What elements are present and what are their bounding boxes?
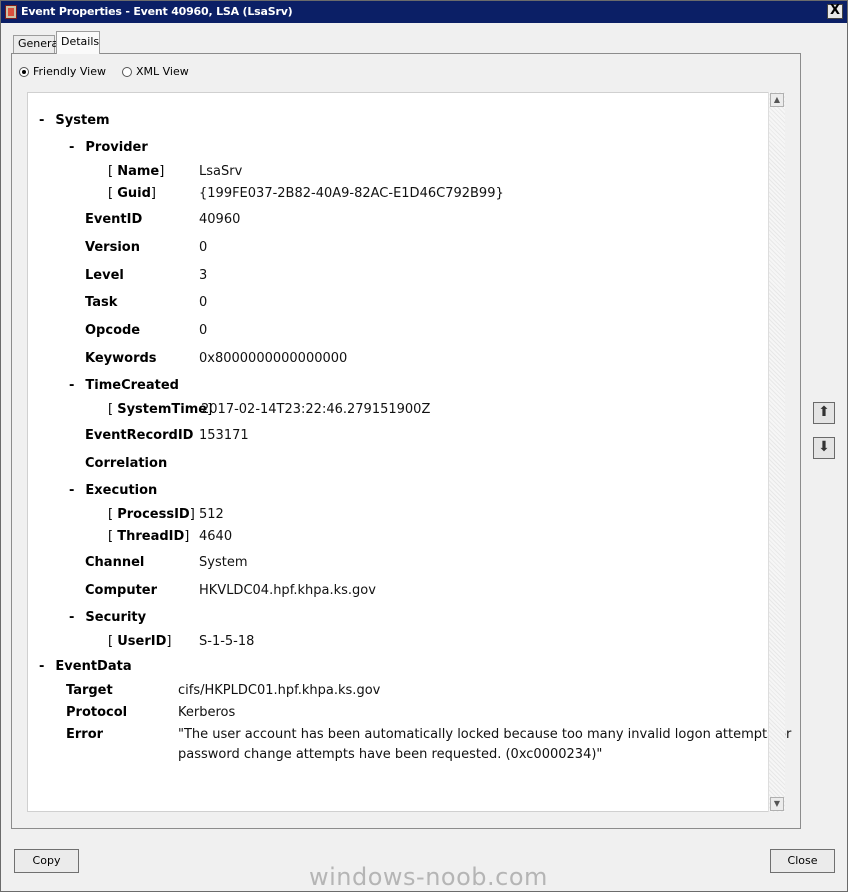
next-event-arrow-icon[interactable]: ⬇ [813, 437, 835, 459]
security-label: Security [85, 610, 147, 625]
tab-details[interactable]: Details [56, 31, 100, 54]
provider-name-key: [ Name] [108, 164, 165, 179]
target-key: Target [66, 683, 113, 698]
scroll-up-icon[interactable]: ▲ [770, 93, 784, 107]
error-key: Error [66, 727, 104, 742]
timecreated-node[interactable]: - TimeCreated [69, 377, 179, 395]
systemtime-key: [ SystemTime] [108, 402, 213, 417]
vertical-scrollbar[interactable]: ▲ ▼ [768, 92, 785, 812]
target-value: cifs/HKPLDC01.hpf.khpa.ks.gov [178, 683, 381, 698]
opcode-value: 0 [199, 323, 208, 338]
level-key: Level [85, 268, 124, 283]
level-value: 3 [199, 268, 208, 283]
system-node[interactable]: - System [39, 112, 110, 130]
channel-value: System [199, 555, 248, 570]
timecreated-label: TimeCreated [85, 378, 179, 393]
collapse-toggle-execution: - [69, 483, 75, 498]
system-label: System [55, 113, 110, 128]
computer-key: Computer [85, 583, 158, 598]
watermark: windows-noob.com [309, 863, 548, 891]
keywords-key: Keywords [85, 351, 157, 366]
event-viewer-icon [5, 5, 17, 19]
title-bar: Event Properties - Event 40960, LSA (Lsa… [1, 1, 847, 23]
execution-label: Execution [85, 483, 158, 498]
xml-view-radio[interactable]: XML View [122, 65, 189, 78]
version-key: Version [85, 240, 140, 255]
systemtime-value: 2017-02-14T23:22:46.279151900Z [201, 402, 431, 417]
channel-key: Channel [85, 555, 145, 570]
eventrecordid-value: 153171 [199, 428, 249, 443]
protocol-value: Kerberos [178, 705, 236, 720]
scroll-down-icon[interactable]: ▼ [770, 797, 784, 811]
version-value: 0 [199, 240, 208, 255]
previous-event-arrow-icon[interactable]: ⬆ [813, 402, 835, 424]
security-node[interactable]: - Security [69, 609, 146, 627]
provider-guid-key: [ Guid] [108, 186, 156, 201]
collapse-toggle-security: - [69, 610, 75, 625]
collapse-toggle-timecreated: - [69, 378, 75, 393]
protocol-key: Protocol [66, 705, 128, 720]
close-window-button[interactable]: X [827, 4, 843, 19]
userid-value: S-1-5-18 [199, 634, 255, 649]
error-value-line1: "The user account has been automatically… [178, 727, 792, 742]
execution-node[interactable]: - Execution [69, 482, 157, 500]
task-value: 0 [199, 295, 208, 310]
window-title: Event Properties - Event 40960, LSA (Lsa… [21, 5, 293, 18]
collapse-toggle-provider: - [69, 140, 75, 155]
userid-key: [ UserID] [108, 634, 172, 649]
copy-button[interactable]: Copy [14, 849, 79, 873]
keywords-value: 0x8000000000000000 [199, 351, 348, 366]
threadid-value: 4640 [199, 529, 233, 544]
threadid-key: [ ThreadID] [108, 529, 190, 544]
error-value-line2: password change attempts have been reque… [178, 747, 603, 762]
collapse-toggle-system[interactable]: - [39, 113, 44, 128]
xml-view-label: XML View [136, 65, 189, 78]
provider-name-value: LsaSrv [199, 164, 243, 179]
eventrecordid-key: EventRecordID [85, 428, 194, 443]
correlation-key: Correlation [85, 456, 168, 471]
provider-label: Provider [85, 140, 148, 155]
processid-key: [ ProcessID] [108, 507, 195, 522]
friendly-view-label: Friendly View [33, 65, 106, 78]
radio-selected-icon [19, 67, 29, 77]
task-key: Task [85, 295, 118, 310]
collapse-toggle-eventdata[interactable]: - [39, 659, 44, 674]
processid-value: 512 [199, 507, 224, 522]
eventid-key: EventID [85, 212, 143, 227]
close-button[interactable]: Close [770, 849, 835, 873]
details-tab-panel: Friendly View XML View - System - Provider… [11, 53, 801, 829]
provider-node[interactable]: - Provider [69, 139, 148, 157]
provider-guid-value: {199FE037-2B82-40A9-82AC-E1D46C792B99} [199, 186, 504, 201]
eventdata-label: EventData [55, 659, 132, 674]
friendly-view-radio[interactable]: Friendly View [19, 65, 106, 78]
radio-unselected-icon [122, 67, 132, 77]
event-details-content: - System - Provider [ Name] LsaSrv [ Guid]… [27, 92, 791, 812]
tab-general[interactable]: General [13, 35, 61, 53]
opcode-key: Opcode [85, 323, 141, 338]
eventid-value: 40960 [199, 212, 241, 227]
eventdata-node[interactable]: - EventData [39, 658, 132, 676]
computer-value: HKVLDC04.hpf.khpa.ks.gov [199, 583, 376, 598]
event-properties-window: Event Properties - Event 40960, LSA (Lsa… [0, 0, 848, 892]
